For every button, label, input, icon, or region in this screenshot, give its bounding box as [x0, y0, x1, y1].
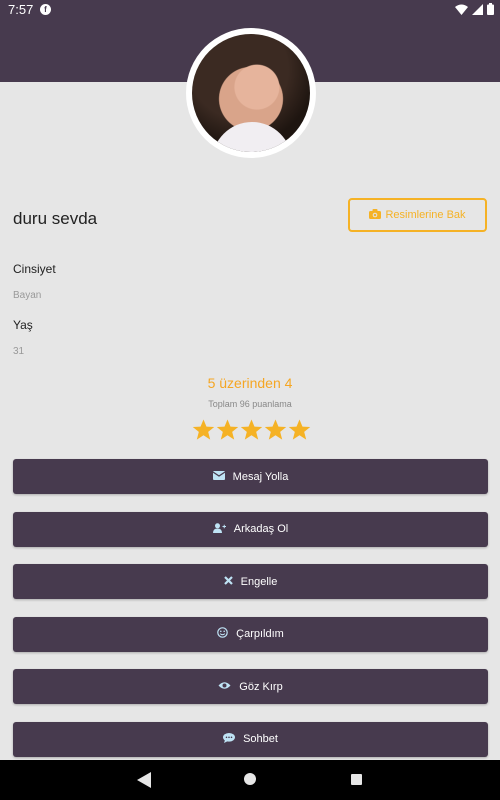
close-action-button[interactable]: Engelle: [13, 564, 488, 599]
rating-stars[interactable]: [192, 419, 311, 441]
eye-icon: [218, 681, 231, 693]
action-label: Arkadaş Ol: [233, 523, 289, 535]
envelope-icon: [212, 470, 226, 483]
back-icon[interactable]: [137, 772, 151, 788]
action-buttons: Mesaj Yolla Arkadaş Ol Engelle Çarpıldım Göz…: [13, 459, 488, 774]
star-icon[interactable]: [264, 419, 287, 441]
avatar-photo: [192, 34, 310, 152]
action-label: Mesaj Yolla: [232, 470, 289, 483]
view-photos-button[interactable]: Resimlerine Bak: [348, 198, 487, 232]
close-icon: [223, 575, 233, 588]
add-user-icon: [212, 522, 226, 536]
gender-value: Bayan: [13, 290, 42, 301]
envelope-action-button[interactable]: Mesaj Yolla: [13, 459, 488, 494]
age-label: Yaş: [13, 318, 33, 332]
wifi-icon: [455, 4, 468, 15]
rating-title: 5 üzerinden 4: [207, 375, 293, 391]
chat-action-button[interactable]: Sohbet: [13, 721, 488, 757]
age-value: 31: [13, 346, 25, 357]
smile-icon: [217, 627, 228, 641]
action-label: Engelle: [240, 575, 278, 588]
star-icon[interactable]: [288, 419, 311, 441]
eye-action-button[interactable]: Göz Kırp: [13, 669, 488, 704]
smile-action-button[interactable]: Çarpıldım: [13, 616, 488, 652]
star-icon[interactable]: [216, 419, 239, 441]
gender-label: Cinsiyet: [13, 262, 56, 276]
navigation-bar: [0, 760, 500, 800]
chat-icon: [223, 732, 236, 746]
status-time: 7:57: [8, 2, 34, 17]
star-icon[interactable]: [240, 419, 263, 441]
profile-name: duru sevda: [13, 209, 98, 228]
recent-apps-icon[interactable]: [351, 774, 362, 785]
avatar[interactable]: [186, 28, 316, 158]
add-user-action-button[interactable]: Arkadaş Ol: [13, 511, 488, 547]
view-photos-label: Resimlerine Bak: [385, 209, 466, 221]
action-label: Göz Kırp: [239, 680, 283, 693]
star-icon[interactable]: [192, 419, 215, 441]
home-icon[interactable]: [244, 773, 256, 785]
battery-icon: [487, 3, 494, 15]
rating-count: Toplam 96 puanlama: [208, 399, 292, 409]
camera-icon: [369, 208, 382, 222]
status-bar: 7:57 f: [0, 0, 500, 20]
action-label: Sohbet: [243, 733, 278, 745]
signal-icon: [472, 3, 483, 15]
system-icons: [455, 3, 494, 15]
action-label: Çarpıldım: [236, 628, 284, 640]
flipboard-icon: f: [40, 4, 51, 15]
